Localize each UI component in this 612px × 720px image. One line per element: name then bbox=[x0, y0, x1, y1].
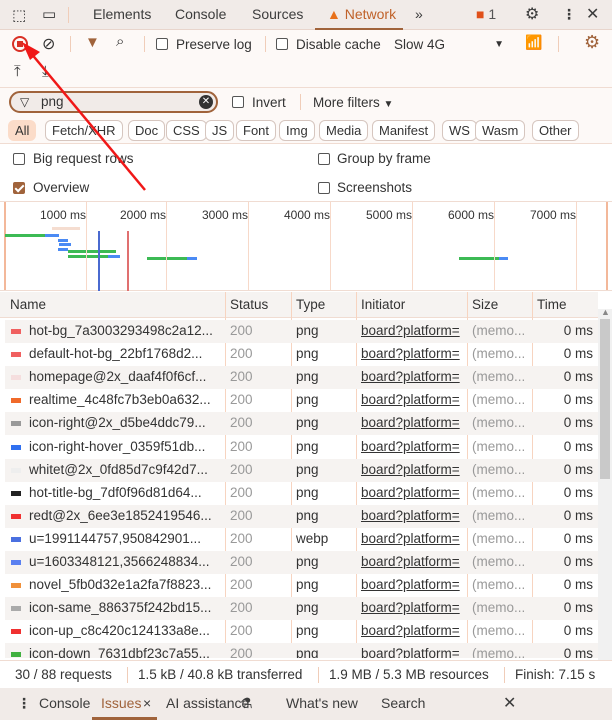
annotation-arrow bbox=[22, 42, 146, 191]
